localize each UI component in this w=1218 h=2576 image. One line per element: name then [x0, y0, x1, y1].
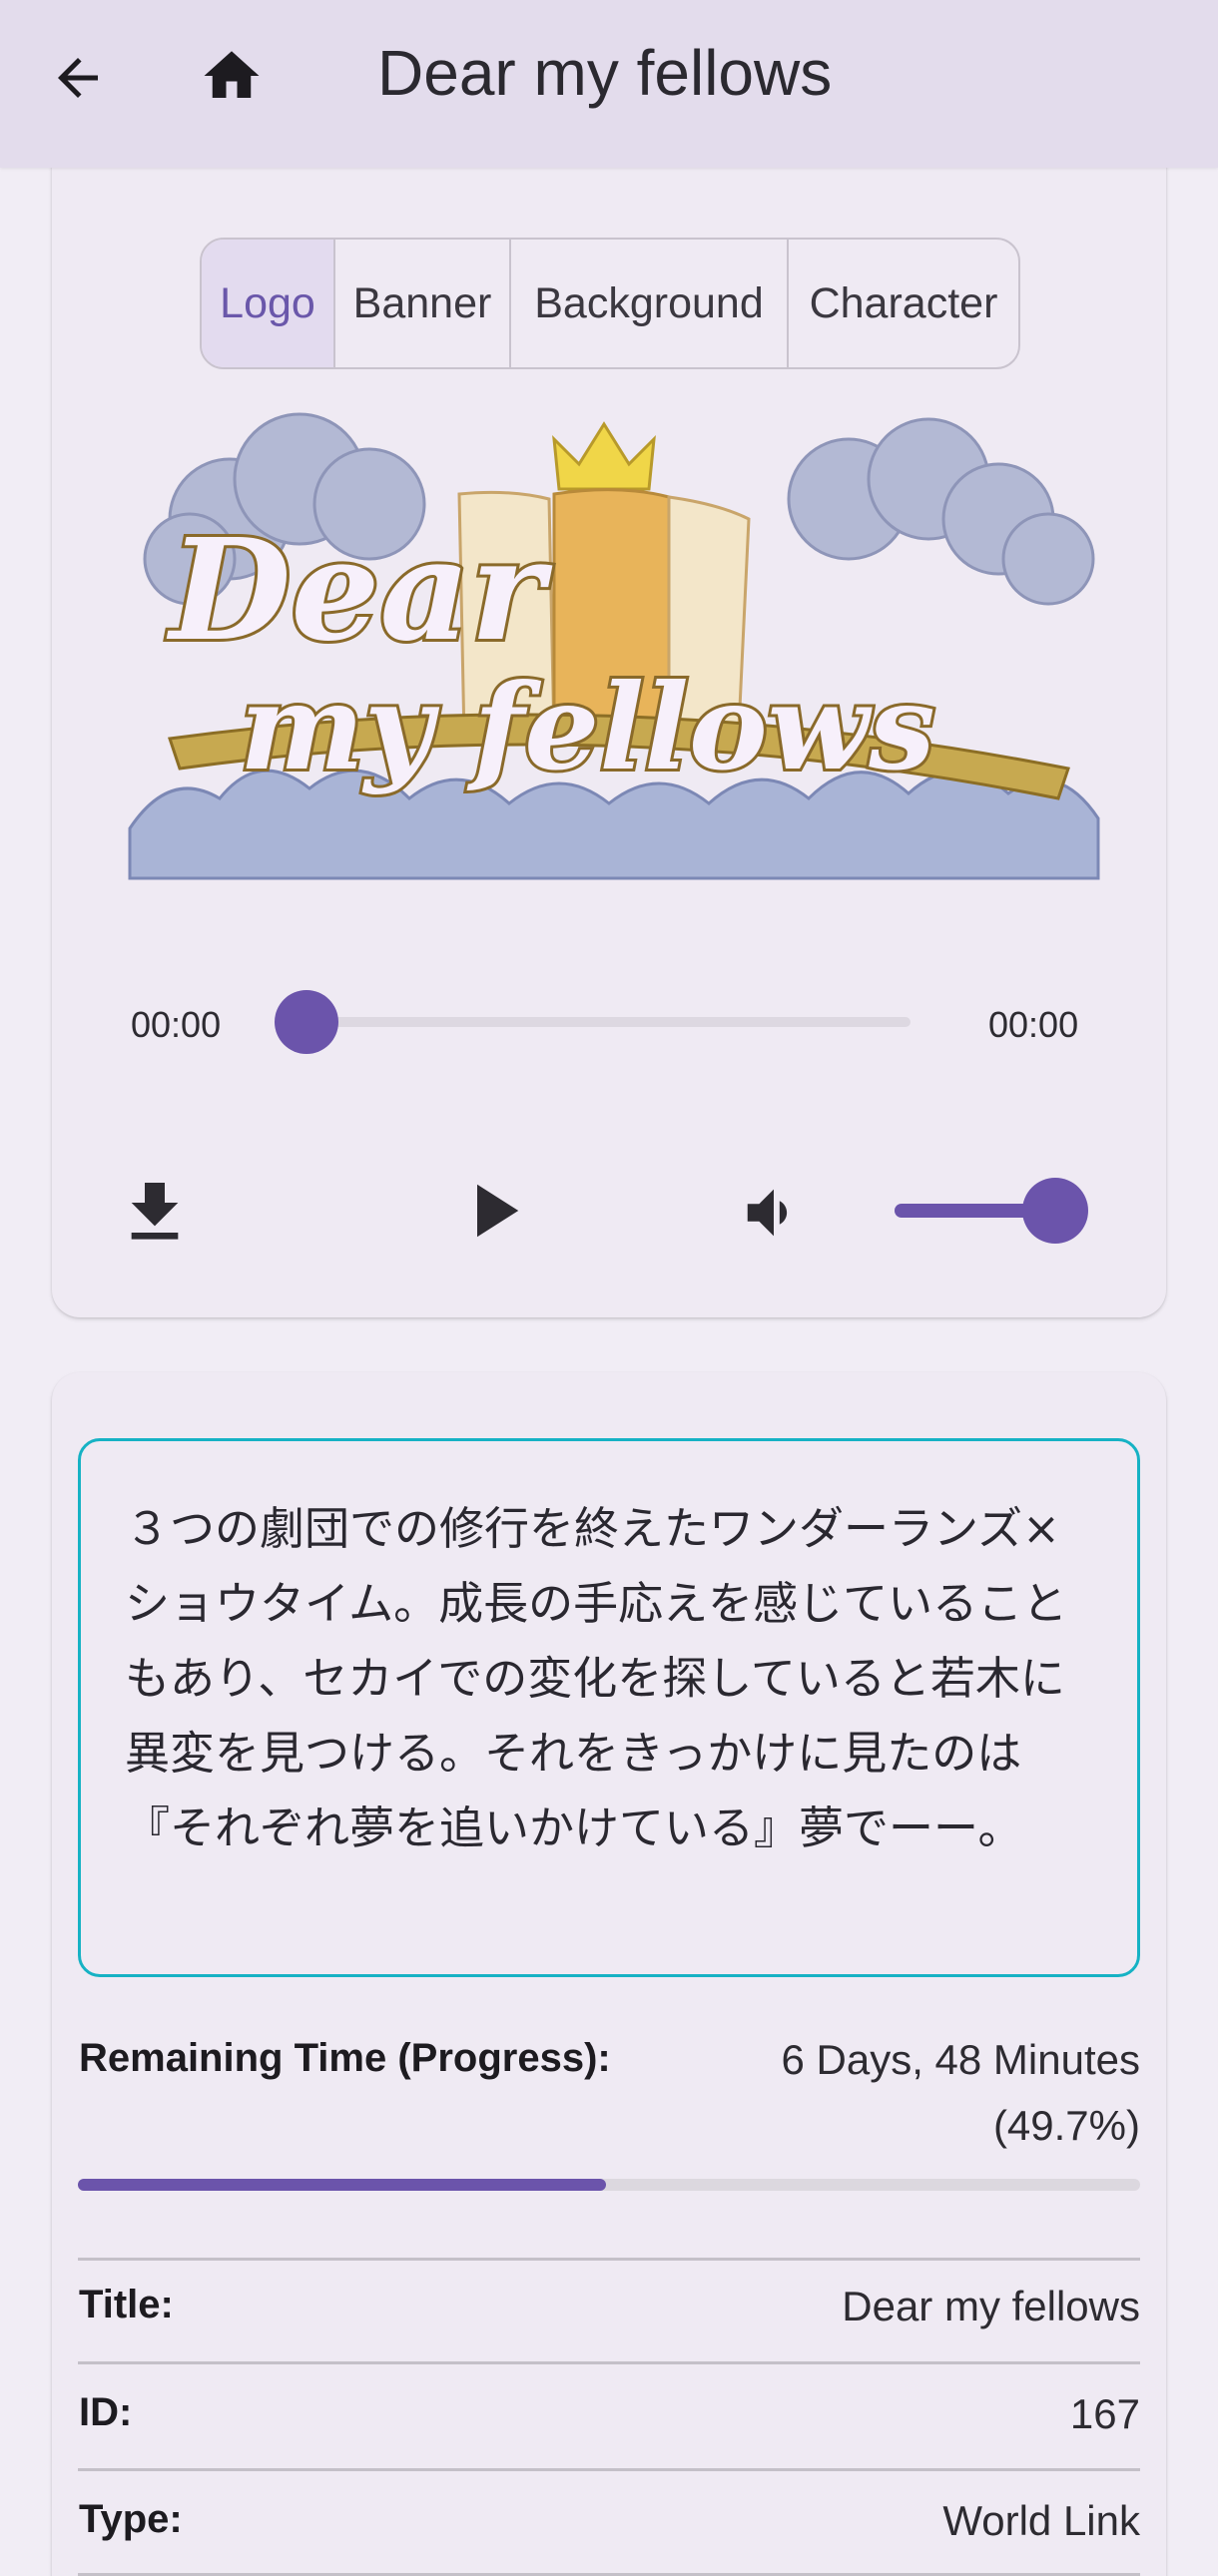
id-value: 167 — [1069, 2390, 1140, 2437]
event-logo-image: Dear my fellows — [128, 412, 1100, 880]
page-title: Dear my fellows — [377, 37, 833, 109]
tab-logo[interactable]: Logo — [202, 240, 333, 367]
play-icon — [477, 1184, 519, 1238]
event-progress-fill — [78, 2179, 606, 2191]
crown-shape — [552, 421, 656, 491]
logo-text-line1: Dear — [166, 509, 553, 673]
tab-background[interactable]: Background — [509, 240, 787, 367]
type-label: Type: — [79, 2497, 183, 2541]
current-time: 00:00 — [131, 1004, 222, 1045]
app-bar: Dear my fellows — [0, 0, 1218, 168]
remaining-time-value: 6 Days, 48 Minutes — [781, 2036, 1140, 2083]
title-value: Dear my fellows — [842, 2283, 1140, 2329]
asset-tabs: Logo Banner Background Character — [200, 238, 1020, 369]
remaining-percent-value: (49.7%) — [992, 2102, 1140, 2149]
divider — [78, 2468, 1140, 2471]
remaining-time-label: Remaining Time (Progress): — [79, 2036, 611, 2080]
arrow-back-icon — [58, 58, 98, 98]
back-button[interactable] — [38, 38, 118, 118]
seek-thumb[interactable] — [275, 990, 338, 1054]
play-button[interactable] — [447, 1166, 537, 1256]
event-description: ３つの劇団での修行を終えたワンダーランズ×ショウタイム。成長の手応えを感じている… — [78, 1438, 1140, 1977]
id-label: ID: — [79, 2390, 133, 2434]
download-icon — [131, 1183, 179, 1240]
title-label: Title: — [79, 2283, 174, 2326]
event-progress-bar — [78, 2179, 1140, 2191]
home-button[interactable] — [192, 36, 272, 116]
seek-slider[interactable] — [305, 1017, 911, 1027]
divider — [78, 2258, 1140, 2261]
tab-character[interactable]: Character — [787, 240, 1018, 367]
divider — [78, 2361, 1140, 2364]
volume-icon — [747, 1189, 788, 1237]
home-icon — [204, 51, 260, 98]
total-time: 00:00 — [988, 1004, 1079, 1045]
tab-banner[interactable]: Banner — [333, 240, 509, 367]
download-button[interactable] — [115, 1163, 195, 1253]
volume-thumb[interactable] — [1022, 1178, 1088, 1244]
type-value: World Link — [942, 2497, 1140, 2544]
logo-text-line2: my fellows — [240, 658, 935, 796]
volume-button[interactable] — [739, 1178, 809, 1248]
